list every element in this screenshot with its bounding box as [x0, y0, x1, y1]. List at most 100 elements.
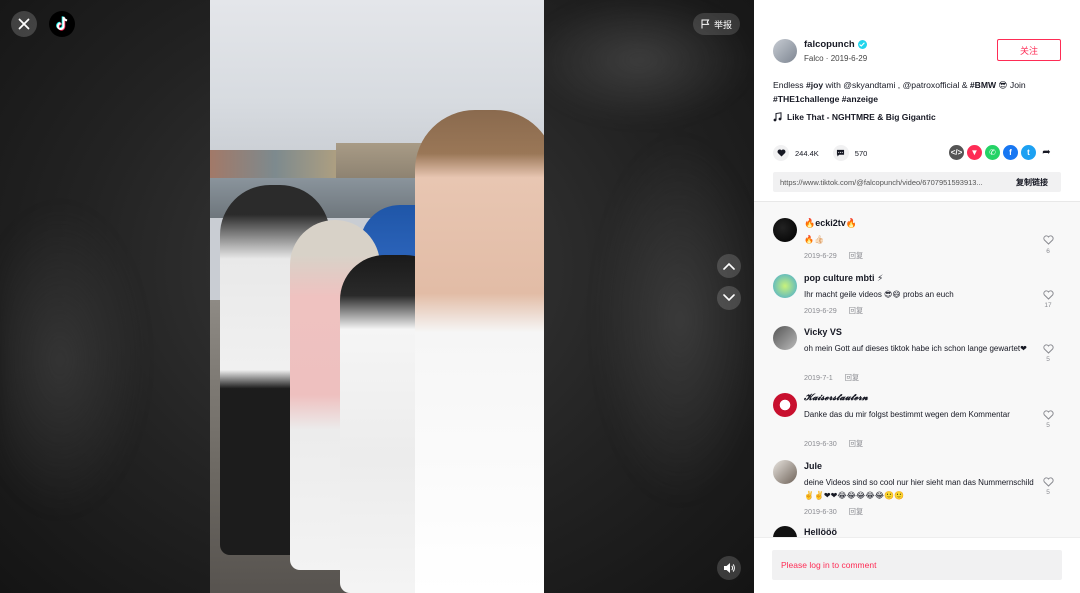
heart-outline-icon	[1042, 477, 1054, 487]
report-label: 举报	[714, 19, 733, 30]
hashtag-link[interactable]: #joy	[806, 80, 823, 90]
tiktok-logo-icon	[49, 11, 75, 37]
share-link-url[interactable]: https://www.tiktok.com/@falcopunch/video…	[773, 178, 1004, 187]
comment-date: 2019-6-29	[804, 251, 837, 260]
comment-like-count: 5	[1046, 422, 1050, 429]
comment-like-count: 17	[1044, 302, 1052, 309]
comment-text: deine Videos sind so cool nur hier sieht…	[804, 478, 1034, 500]
comment-meta: 2019-6-29 回复	[804, 251, 875, 261]
video-stage: 举报	[0, 0, 754, 593]
commenter-name[interactable]: Hellööö	[804, 527, 837, 537]
heart-icon	[777, 149, 785, 157]
twitter-icon[interactable]: t	[1021, 145, 1036, 160]
chevron-up-icon	[723, 262, 735, 270]
comment-date: 2019-6-30	[804, 507, 837, 516]
commenter-avatar[interactable]	[773, 274, 797, 298]
reply-button[interactable]: 回复	[849, 507, 863, 516]
commenter-avatar[interactable]	[773, 218, 797, 242]
reply-button[interactable]: 回复	[849, 306, 863, 315]
video-person-4	[415, 110, 544, 593]
volume-button[interactable]	[717, 556, 741, 580]
desc-text: 😎 Join	[996, 80, 1026, 90]
comment-date: 2019-6-30	[804, 439, 837, 448]
comment-meta: 2019-6-29 回复	[804, 306, 875, 316]
facebook-icon[interactable]: f	[1003, 145, 1018, 160]
heart-outline-icon	[1042, 290, 1054, 300]
chevron-down-icon	[723, 294, 735, 302]
commenter-name[interactable]: 𝓚𝓪𝓲𝓼𝓮𝓻𝓼𝓽𝓪𝓾𝓽𝓮𝓻𝓷	[804, 393, 868, 403]
previous-video-button[interactable]	[717, 254, 741, 278]
comment-like-count: 5	[1046, 356, 1050, 363]
comment-like-count: 5	[1046, 489, 1050, 496]
speaker-icon	[723, 563, 735, 573]
share-arrow-icon[interactable]: ➦	[1039, 145, 1054, 160]
comment-meta: 2019-6-30 回复	[804, 439, 875, 449]
share-link-bar: https://www.tiktok.com/@falcopunch/video…	[773, 172, 1061, 192]
comment-meta: 2019-7-1 回复	[804, 373, 871, 383]
commenter-name[interactable]: pop culture mbti ⚡	[804, 273, 883, 284]
details-panel: falcopunch Falco · 2019-6-29 关注 Endless …	[754, 0, 1080, 593]
comment-text: oh mein Gott auf dieses tiktok habe ich …	[804, 344, 1027, 353]
hashtag-link[interactable]: #anzeige	[842, 94, 878, 104]
like-count: 244.4K	[795, 148, 819, 158]
comment-text: 🔥👍🏻	[804, 235, 824, 244]
reply-button[interactable]: 回复	[849, 251, 863, 260]
next-video-button[interactable]	[717, 286, 741, 310]
video-description: Endless #joy with @skyandtami , @patroxo…	[773, 79, 1063, 106]
heart-outline-icon	[1042, 344, 1054, 354]
reply-button[interactable]: 回复	[845, 373, 859, 382]
comment-button[interactable]	[832, 145, 849, 161]
author-display-name: Falco	[804, 54, 824, 63]
comment-login-area: Please log in to comment	[754, 537, 1080, 593]
author-username[interactable]: falcopunch	[804, 39, 855, 50]
video-info: falcopunch Falco · 2019-6-29 关注 Endless …	[754, 0, 1080, 200]
like-button[interactable]	[773, 145, 789, 161]
comment-text: Ihr macht geile videos 😎😄 probs an euch	[804, 290, 954, 299]
author-subline: Falco · 2019-6-29	[804, 54, 867, 63]
copy-link-button[interactable]: 复制链接	[1004, 177, 1048, 188]
author-username-row[interactable]: falcopunch	[804, 39, 867, 50]
reply-button[interactable]: 回复	[849, 439, 863, 448]
comment-list[interactable]: 🔥ecki2tv🔥 🔥👍🏻 2019-6-29 回复 6 pop culture …	[754, 201, 1080, 537]
engagement-stats: 244.4K 570	[773, 145, 867, 161]
hashtag-link[interactable]: #THE1challenge	[773, 94, 839, 104]
music-note-icon	[773, 112, 782, 122]
commenter-name[interactable]: 🔥ecki2tv🔥	[804, 218, 857, 229]
commenter-avatar[interactable]	[773, 460, 797, 484]
commenter-avatar[interactable]	[773, 526, 797, 537]
commenter-name[interactable]: Vicky VS	[804, 327, 842, 337]
close-button[interactable]	[11, 11, 37, 37]
comment-date: 2019-6-29	[804, 306, 837, 315]
heart-outline-icon	[1042, 235, 1054, 245]
music-title[interactable]: Like That - NGHTMRE & Big Gigantic	[787, 112, 936, 122]
desc-text: with @skyandtami , @patroxofficial &	[823, 80, 970, 90]
comment-meta: 2019-6-30 回复	[804, 507, 875, 517]
close-icon	[18, 18, 30, 30]
send-icon[interactable]: ▼	[967, 145, 982, 160]
flag-icon	[701, 19, 710, 29]
desc-text: Endless	[773, 80, 806, 90]
whatsapp-icon[interactable]: ✆	[985, 145, 1000, 160]
report-button[interactable]: 举报	[693, 13, 741, 35]
video-player[interactable]	[210, 0, 544, 593]
commenter-name[interactable]: Jule	[804, 461, 822, 471]
comment-count: 570	[854, 148, 868, 158]
comment-icon	[837, 149, 845, 157]
login-to-comment-button[interactable]: Please log in to comment	[772, 550, 1062, 580]
music-link[interactable]: Like That - NGHTMRE & Big Gigantic	[773, 112, 936, 122]
follow-button[interactable]: 关注	[997, 39, 1061, 61]
commenter-avatar[interactable]	[773, 326, 797, 350]
share-buttons: </> ▼ ✆ f t ➦	[949, 145, 1054, 160]
comment-text: Danke das du mir folgst bestimmt wegen d…	[804, 410, 1010, 419]
heart-outline-icon	[1042, 410, 1054, 420]
verified-icon	[857, 40, 867, 49]
comment-date: 2019-7-1	[804, 373, 833, 382]
comment-like-count: 6	[1046, 248, 1050, 255]
tiktok-logo[interactable]	[49, 11, 75, 37]
embed-icon[interactable]: </>	[949, 145, 964, 160]
author-avatar[interactable]	[773, 39, 797, 63]
video-buildings-left	[210, 150, 340, 178]
commenter-avatar[interactable]	[773, 393, 797, 417]
post-date: 2019-6-29	[830, 54, 868, 63]
hashtag-link[interactable]: #BMW	[970, 80, 996, 90]
